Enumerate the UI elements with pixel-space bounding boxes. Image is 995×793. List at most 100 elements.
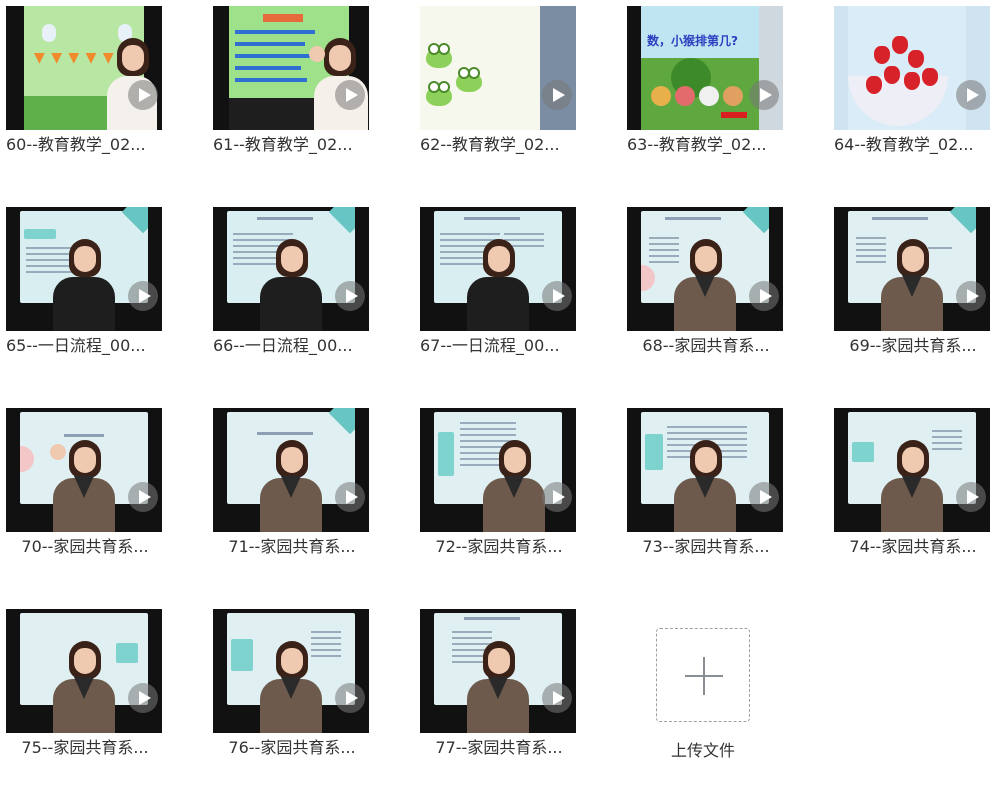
file-name: 60--教育教学_02... <box>6 135 146 154</box>
play-icon <box>335 482 365 512</box>
play-icon <box>335 281 365 311</box>
video-thumbnail <box>834 6 990 130</box>
play-icon <box>128 281 158 311</box>
video-file-66[interactable]: 66--一日流程_00... <box>207 201 377 391</box>
slide-monkey: 数，小猴排第几? <box>641 6 759 130</box>
video-file-61[interactable]: 61--教育教学_02... <box>207 0 377 190</box>
file-name: 67--一日流程_00... <box>420 336 560 355</box>
slide-frame <box>20 408 148 532</box>
video-file-63[interactable]: 数，小猴排第几? 63--教育教学_02... <box>621 0 791 190</box>
slide-frame <box>20 609 148 733</box>
teacher-figure <box>254 641 328 733</box>
file-name: 72--家园共育系... <box>435 537 563 556</box>
file-name: 70--家园共育系... <box>21 537 149 556</box>
play-icon <box>542 281 572 311</box>
teacher-figure <box>668 440 742 532</box>
file-name: 76--家园共育系... <box>228 738 356 757</box>
video-file-67[interactable]: 67--一日流程_00... <box>414 201 584 391</box>
video-thumbnail <box>213 207 369 331</box>
play-icon <box>749 482 779 512</box>
slide-frame <box>20 207 148 331</box>
upload-dropzone[interactable] <box>656 628 750 722</box>
play-icon <box>749 80 779 110</box>
arrow-graphic <box>721 112 747 118</box>
play-icon <box>956 80 986 110</box>
video-file-64[interactable]: 64--教育教学_02... <box>828 0 995 190</box>
video-file-72[interactable]: 72--家园共育系... <box>414 402 584 592</box>
teacher-figure <box>461 239 535 331</box>
video-thumbnail <box>420 207 576 331</box>
play-icon <box>128 80 158 110</box>
video-thumbnail <box>213 6 369 130</box>
video-file-74[interactable]: 74--家园共育系... <box>828 402 995 592</box>
video-file-76[interactable]: 76--家园共育系... <box>207 603 377 793</box>
video-thumbnail <box>6 207 162 331</box>
slide-frame <box>641 207 769 331</box>
file-name: 64--教育教学_02... <box>834 135 974 154</box>
slide-frame <box>227 408 355 532</box>
play-icon <box>956 281 986 311</box>
upload-label: 上传文件 <box>670 741 735 760</box>
teacher-figure <box>47 641 121 733</box>
video-file-65[interactable]: 65--一日流程_00... <box>0 201 170 391</box>
file-name: 71--家园共育系... <box>228 537 356 556</box>
video-thumbnail: 数，小猴排第几? <box>627 6 783 130</box>
video-file-68[interactable]: 68--家园共育系... <box>621 201 791 391</box>
teacher-figure <box>875 239 949 331</box>
video-thumbnail <box>6 408 162 532</box>
frog-graphic <box>426 81 452 106</box>
play-icon <box>335 80 365 110</box>
teacher-figure <box>875 440 949 532</box>
video-file-60[interactable]: ▼ ▼ ▼ ▼ ▼ ▼ 60--教育教学_02... <box>0 0 170 190</box>
slide-frame <box>227 207 355 331</box>
video-thumbnail <box>213 609 369 733</box>
slide-frame <box>434 207 562 331</box>
play-icon <box>335 683 365 713</box>
video-thumbnail <box>627 207 783 331</box>
video-file-71[interactable]: 71--家园共育系... <box>207 402 377 592</box>
video-thumbnail <box>6 609 162 733</box>
strawberry <box>874 46 890 64</box>
video-file-62[interactable]: 62--教育教学_02... <box>414 0 584 190</box>
file-name: 77--家园共育系... <box>435 738 563 757</box>
slide-frame <box>227 609 355 733</box>
file-name: 62--教育教学_02... <box>420 135 560 154</box>
video-file-69[interactable]: 69--家园共育系... <box>828 201 995 391</box>
raised-hand <box>309 46 325 62</box>
video-thumbnail <box>627 408 783 532</box>
play-icon <box>128 482 158 512</box>
teacher-figure <box>254 440 328 532</box>
file-name: 66--一日流程_00... <box>213 336 353 355</box>
play-icon <box>749 281 779 311</box>
slide-frame <box>848 408 976 532</box>
video-file-73[interactable]: 73--家园共育系... <box>621 402 791 592</box>
file-name: 68--家园共育系... <box>642 336 770 355</box>
slide-frame <box>641 408 769 532</box>
video-file-75[interactable]: 75--家园共育系... <box>0 603 170 793</box>
file-name: 65--一日流程_00... <box>6 336 146 355</box>
teacher-figure <box>668 239 742 331</box>
file-name: 74--家园共育系... <box>849 537 977 556</box>
file-name: 73--家园共育系... <box>642 537 770 556</box>
frog-graphic <box>456 67 482 92</box>
video-file-70[interactable]: 70--家园共育系... <box>0 402 170 592</box>
video-thumbnail: ▼ ▼ ▼ ▼ ▼ ▼ <box>6 6 162 130</box>
file-grid: ▼ ▼ ▼ ▼ ▼ ▼ 60--教育教学_02... 61--教育教学_02..… <box>0 0 995 768</box>
video-thumbnail <box>420 408 576 532</box>
video-file-77[interactable]: 77--家园共育系... <box>414 603 584 793</box>
slide-question: 数，小猴排第几? <box>647 34 738 48</box>
file-name: 63--教育教学_02... <box>627 135 767 154</box>
video-thumbnail <box>420 6 576 130</box>
play-icon <box>956 482 986 512</box>
raised-hand <box>50 444 66 460</box>
teacher-figure <box>477 440 551 532</box>
file-name: 61--教育教学_02... <box>213 135 353 154</box>
teacher-figure <box>254 239 328 331</box>
file-name: 69--家园共育系... <box>849 336 977 355</box>
upload-file-button[interactable]: 上传文件 <box>628 608 788 768</box>
play-icon <box>128 683 158 713</box>
video-thumbnail <box>420 609 576 733</box>
video-thumbnail <box>213 408 369 532</box>
file-name: 75--家园共育系... <box>21 738 149 757</box>
teacher-figure <box>47 239 121 331</box>
